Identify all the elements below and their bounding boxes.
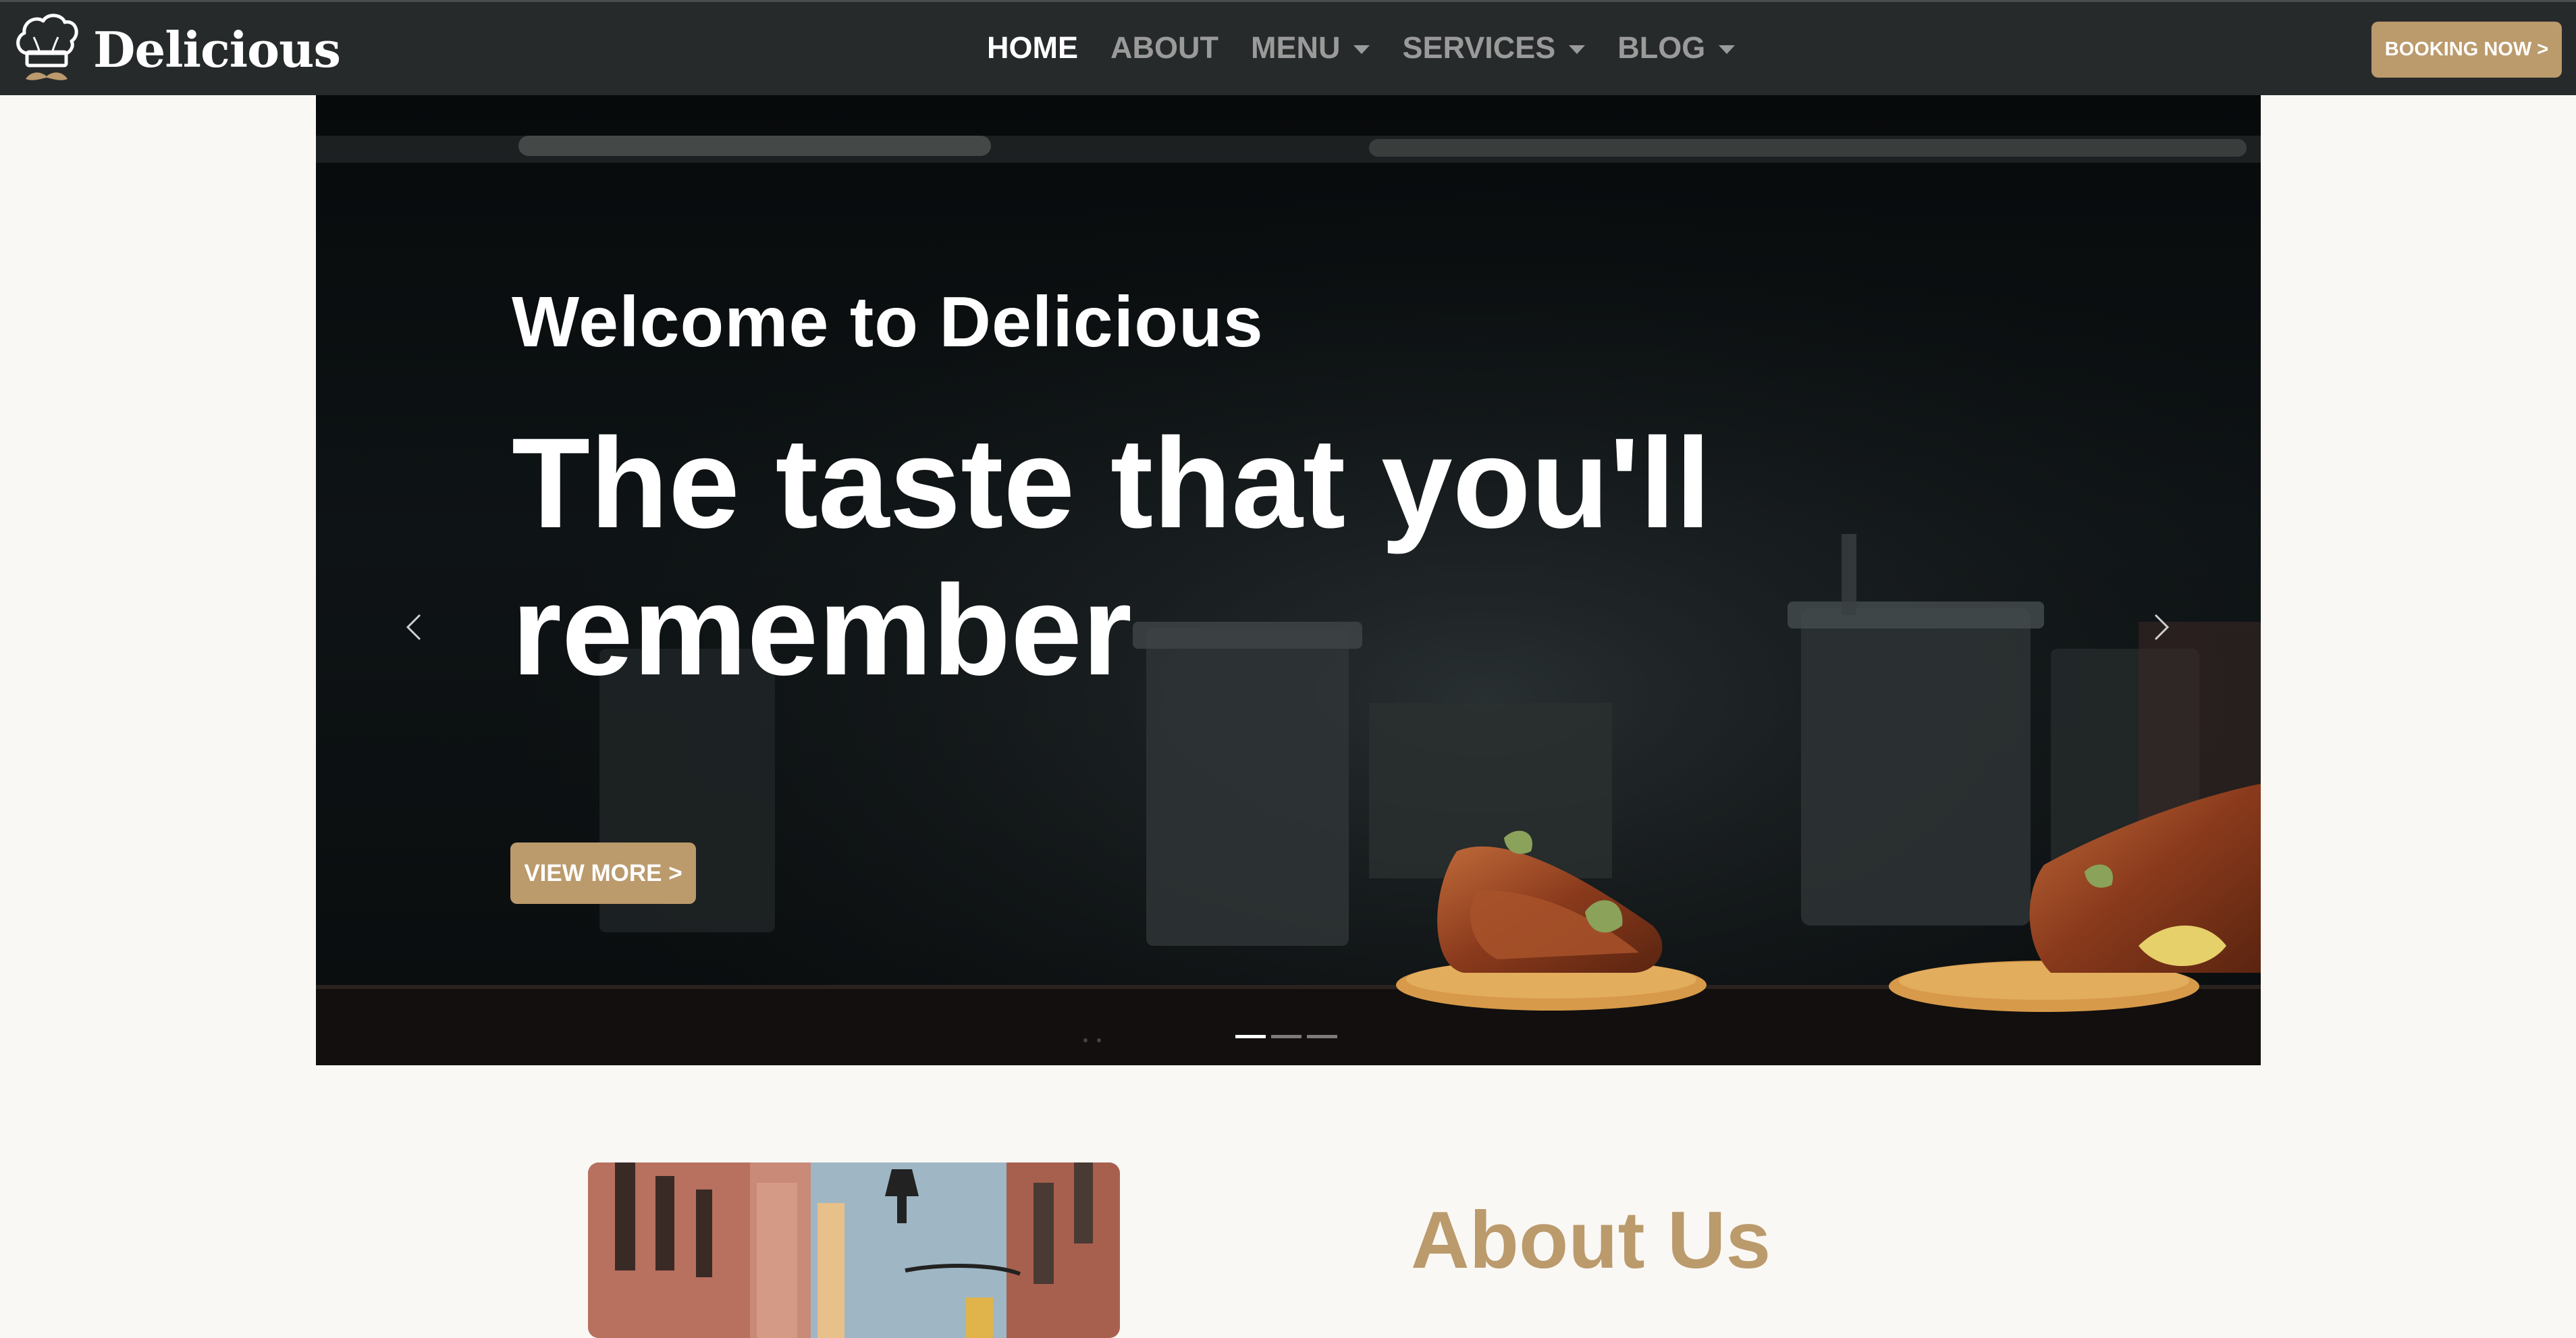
nav-item-blog[interactable]: BLOG	[1617, 30, 1736, 65]
nav-item-menu[interactable]: MENU	[1251, 30, 1370, 65]
main-nav: HOME ABOUT MENU SERVICES BLOG	[987, 26, 1767, 70]
hero-welcome-heading: Welcome to Delicious	[512, 282, 1264, 362]
about-image	[588, 1162, 1120, 1338]
brand-logo[interactable]: Delicious	[14, 11, 341, 87]
about-us-heading: About Us	[1411, 1195, 1771, 1285]
carousel-indicators	[1235, 1035, 1343, 1038]
caret-down-icon	[1569, 45, 1586, 54]
carousel-next-button[interactable]	[2141, 600, 2181, 654]
hero-carousel: Welcome to Delicious The taste that you'…	[316, 95, 2261, 1065]
view-more-button[interactable]: VIEW MORE >	[510, 842, 696, 904]
hero-title: The taste that you'll remember	[512, 412, 1711, 702]
brand-name: Delicious	[93, 20, 341, 78]
carousel-indicator[interactable]	[1271, 1035, 1302, 1038]
caret-down-icon	[1353, 45, 1370, 54]
carousel-indicator[interactable]	[1307, 1035, 1337, 1038]
nav-item-home[interactable]: HOME	[987, 30, 1078, 65]
booking-now-button[interactable]: BOOKING NOW >	[2371, 22, 2562, 78]
chevron-right-icon	[2154, 614, 2170, 641]
nav-item-about[interactable]: ABOUT	[1110, 30, 1218, 65]
nav-item-label: ABOUT	[1110, 30, 1218, 65]
navbar: Delicious HOME ABOUT MENU SERVICES BLOG …	[0, 0, 2576, 95]
nav-item-services[interactable]: SERVICES	[1402, 30, 1586, 65]
chef-hat-mustache-icon	[16, 14, 78, 80]
carousel-indicator[interactable]	[1235, 1035, 1266, 1038]
nav-item-label: MENU	[1250, 30, 1341, 65]
nav-item-label: SERVICES	[1402, 30, 1556, 65]
nav-item-label: BLOG	[1617, 30, 1706, 65]
street-photo	[588, 1162, 1120, 1338]
carousel-prev-button[interactable]	[394, 600, 435, 654]
chevron-left-icon	[406, 614, 421, 641]
caret-down-icon	[1719, 45, 1736, 54]
nav-item-label: HOME	[987, 30, 1078, 65]
